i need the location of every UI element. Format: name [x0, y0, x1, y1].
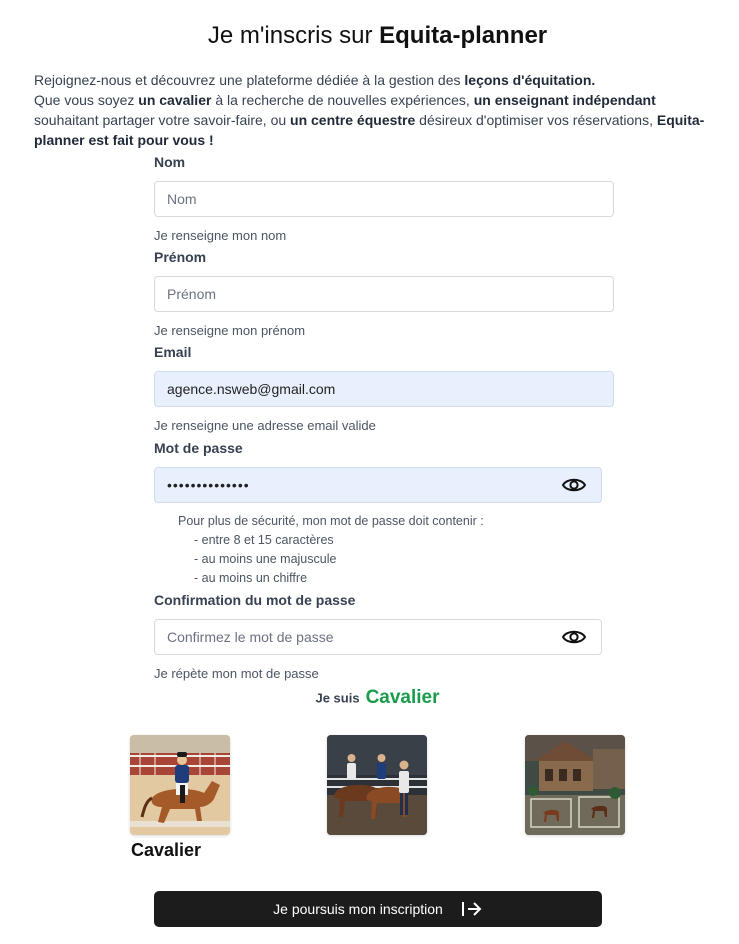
continue-registration-button[interactable]: Je poursuis mon inscription — [154, 891, 602, 927]
email-label: Email — [154, 344, 192, 360]
password-rule: - au moins un chiffre — [194, 571, 308, 585]
eye-icon[interactable] — [561, 475, 587, 495]
equestrian-center-image — [525, 735, 625, 835]
confirm-password-input[interactable] — [154, 619, 602, 655]
password-input[interactable] — [154, 467, 602, 503]
email-input[interactable] — [154, 371, 614, 407]
intro-text: Rejoignez-nous et découvrez une platefor… — [34, 72, 705, 148]
arrow-right-to-bar-icon — [461, 900, 483, 918]
role-card-enseignant[interactable] — [327, 735, 427, 835]
rider-dressage-image — [130, 735, 230, 835]
confirm-password-help: Je répète mon mot de passe — [154, 666, 319, 681]
prenom-input[interactable] — [154, 276, 614, 312]
nom-help: Je renseigne mon nom — [154, 228, 287, 243]
password-rule: - au moins une majuscule — [194, 552, 337, 566]
page-title: Je m'inscris sur Equita-planner — [207, 22, 548, 49]
selected-role: Cavalier — [365, 687, 440, 708]
nom-label: Nom — [154, 154, 186, 170]
email-help: Je renseigne une adresse email valide — [154, 418, 376, 433]
role-prefix: Je suis — [315, 690, 360, 706]
role-card-cavalier[interactable] — [130, 735, 230, 835]
instructor-with-horses-image — [327, 735, 427, 835]
prenom-help: Je renseigne mon prénom — [154, 323, 306, 338]
password-rules: Pour plus de sécurité, mon mot de passe … — [178, 512, 484, 588]
nom-input[interactable] — [154, 181, 614, 217]
continue-registration-label: Je poursuis mon inscription — [273, 901, 443, 917]
brand-name: Equita-planner — [379, 22, 548, 49]
password-rules-title: Pour plus de sécurité, mon mot de passe … — [178, 514, 484, 528]
prenom-label: Prénom — [154, 249, 207, 265]
role-caption-cavalier: Cavalier — [131, 840, 202, 860]
role-selection: Je suis Cavalier — [0, 687, 739, 709]
eye-icon[interactable] — [561, 627, 587, 647]
password-label: Mot de passe — [154, 440, 243, 456]
confirm-password-label: Confirmation du mot de passe — [154, 592, 356, 608]
password-rule: - entre 8 et 15 caractères — [194, 533, 334, 547]
role-card-centre-equestre[interactable] — [525, 735, 625, 835]
